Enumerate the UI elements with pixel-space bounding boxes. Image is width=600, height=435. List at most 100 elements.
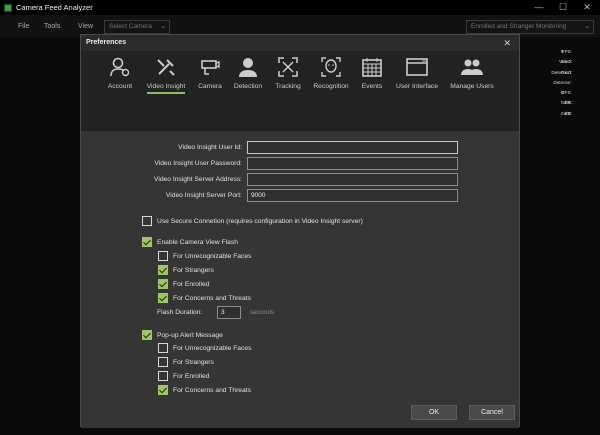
tab-detection[interactable]: Detection	[231, 56, 265, 90]
calendar-icon	[362, 58, 382, 77]
checkbox[interactable]	[158, 357, 168, 367]
option-label: For Enrolled	[173, 372, 210, 380]
option-label: For Unrecognizable Faces	[173, 252, 252, 260]
popup-strangers-checkbox[interactable]: For Strangers	[158, 357, 214, 367]
flash-enrolled-checkbox[interactable]: For Enrolled	[158, 279, 209, 289]
tab-label: Account	[107, 83, 133, 90]
preferences-toolbar: Account Video Insight Camera Detection T…	[81, 51, 519, 131]
tab-account[interactable]: Account	[105, 56, 135, 90]
camera-icon	[201, 60, 220, 75]
popup-enrolled-checkbox[interactable]: For Enrolled	[158, 371, 209, 381]
checkbox[interactable]	[158, 343, 168, 353]
dialog-close-button[interactable]: ✕	[503, 35, 511, 51]
tab-label: Camera	[198, 83, 222, 90]
flash-concerns-checkbox[interactable]: For Concerns and Threats	[158, 293, 251, 303]
ok-button[interactable]: OK	[411, 405, 457, 420]
user-id-field[interactable]	[247, 141, 458, 154]
option-label: For Unrecognizable Faces	[173, 344, 252, 352]
camera-select[interactable]: Select Camera ⌄	[104, 20, 170, 34]
flash-unrecognizable-checkbox[interactable]: For Unrecognizable Faces	[158, 251, 251, 261]
server-port-field[interactable]: 9000	[247, 189, 458, 202]
menu-file[interactable]: File	[18, 23, 29, 30]
checkbox[interactable]	[158, 251, 168, 261]
flash-strangers-checkbox[interactable]: For Strangers	[158, 265, 214, 275]
stat-value: 0	[561, 49, 564, 54]
enable-camera-flash-checkbox[interactable]: Enable Camera View Flash	[142, 237, 238, 247]
menu-view[interactable]: View	[78, 23, 93, 30]
secure-connection-label: Use Secure Connetion (requires configura…	[157, 217, 363, 225]
tab-label: Recognition	[313, 83, 349, 90]
checkbox[interactable]	[142, 330, 152, 340]
user-id-label: Video Insight User Id:	[178, 144, 242, 151]
option-label: For Strangers	[173, 266, 214, 274]
recognition-icon	[321, 57, 341, 77]
chevron-down-icon: ⌄	[160, 23, 166, 30]
stat-value: 0 ms	[561, 110, 571, 116]
popup-concerns-checkbox[interactable]: For Concerns and Threats	[158, 385, 251, 395]
server-port-label: Video Insight Server Port:	[165, 192, 242, 199]
camera-select-placeholder: Select Camera	[109, 23, 152, 30]
stat-value: 0 ms	[561, 100, 571, 106]
checkbox[interactable]	[142, 216, 152, 226]
tab-camera[interactable]: Camera	[197, 56, 223, 90]
server-address-label: Video Insight Server Address:	[154, 176, 242, 183]
flash-duration-label: Flash Duration:	[157, 309, 203, 316]
chevron-down-icon: ⌄	[584, 23, 590, 30]
password-label: Video Insight User Password:	[154, 160, 242, 167]
tab-label: User Interface	[396, 83, 438, 90]
app-title: Camera Feed Analyzer	[16, 3, 93, 12]
stat-value	[561, 78, 571, 88]
menu-tools[interactable]: Tools	[44, 23, 60, 30]
tab-manage-users[interactable]: Manage Users	[449, 56, 495, 90]
tab-events[interactable]: Events	[359, 56, 385, 90]
stat-value: 0	[561, 90, 564, 96]
window-icon	[406, 58, 428, 76]
checkbox[interactable]	[158, 293, 168, 303]
mode-select-value: Enrolled and Stranger Monitoring	[471, 23, 567, 30]
tab-label: Detection	[233, 83, 263, 90]
stat-value: 0 x 0	[561, 69, 571, 75]
account-icon	[110, 57, 130, 77]
preferences-body: Video Insight User Id: Video Insight Use…	[81, 131, 519, 428]
tools-icon	[157, 59, 175, 76]
preferences-dialog: Preferences ✕ Account Video Insight Came…	[80, 34, 520, 428]
maximize-button[interactable]: ☐	[552, 1, 574, 14]
password-field[interactable]	[247, 157, 458, 170]
tab-label: Events	[361, 83, 383, 90]
tracking-icon	[278, 57, 298, 77]
cancel-button[interactable]: Cancel	[469, 405, 515, 420]
secure-connection-checkbox[interactable]: Use Secure Connetion (requires configura…	[142, 216, 363, 226]
checkbox[interactable]	[158, 265, 168, 275]
flash-duration-unit: seconds	[250, 309, 275, 316]
dialog-title-text: Preferences	[86, 39, 127, 46]
users-icon	[461, 59, 483, 75]
option-label: For Enrolled	[173, 280, 210, 288]
checkbox[interactable]	[158, 371, 168, 381]
flash-duration-input[interactable]: 3	[217, 306, 241, 319]
stats-values: 0 0 x 0 0 x 0 0 0 ms 0 ms	[561, 47, 571, 119]
tab-recognition[interactable]: Recognition	[311, 56, 351, 90]
popup-alert-checkbox[interactable]: Pop-up Alert Message	[142, 330, 223, 340]
tab-video-insight[interactable]: Video Insight	[143, 56, 189, 94]
tab-tracking[interactable]: Tracking	[273, 56, 303, 90]
dialog-title: Preferences	[81, 35, 519, 51]
popup-unrecognizable-checkbox[interactable]: For Unrecognizable Faces	[158, 343, 251, 353]
title-bar: Camera Feed Analyzer — ☐ ✕	[0, 0, 600, 15]
option-label: For Concerns and Threats	[173, 386, 251, 394]
option-label: For Strangers	[173, 358, 214, 366]
app-logo-icon	[4, 4, 12, 12]
mode-select[interactable]: Enrolled and Stranger Monitoring ⌄	[466, 20, 594, 34]
minimize-button[interactable]: —	[528, 1, 550, 14]
checkbox[interactable]	[142, 237, 152, 247]
checkbox[interactable]	[158, 279, 168, 289]
close-window-button[interactable]: ✕	[576, 1, 598, 14]
popup-alert-label: Pop-up Alert Message	[157, 331, 223, 339]
stat-value: 0 x 0	[561, 59, 571, 65]
server-address-field[interactable]	[247, 173, 458, 186]
tab-label: Video Insight	[146, 83, 186, 94]
enable-camera-flash-label: Enable Camera View Flash	[157, 238, 238, 246]
tab-user-interface[interactable]: User Interface	[393, 56, 441, 90]
tab-label: Manage Users	[450, 83, 494, 90]
checkbox[interactable]	[158, 385, 168, 395]
person-icon	[239, 58, 257, 77]
